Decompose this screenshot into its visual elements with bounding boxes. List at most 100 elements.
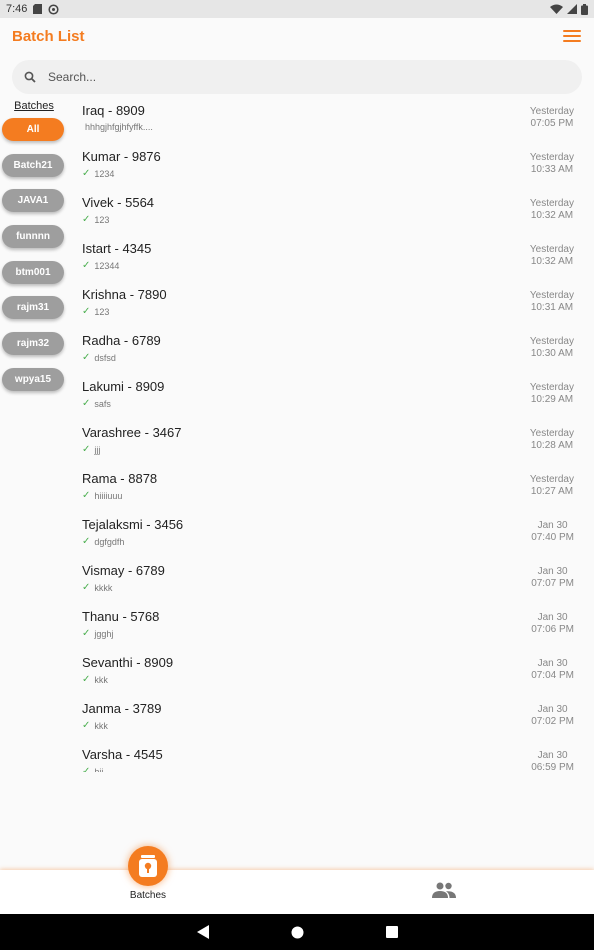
batch-pill-btm001[interactable]: btm001 bbox=[2, 260, 64, 284]
list-item-message-text: jgghj bbox=[94, 628, 114, 639]
list-item[interactable]: Lakumi - 8909 ✓ safs Yesterday 10:29 AM bbox=[82, 374, 582, 420]
search-input[interactable] bbox=[48, 70, 528, 84]
home-icon[interactable] bbox=[291, 926, 304, 939]
list-item-timestamp: Yesterday 10:29 AM bbox=[530, 382, 574, 406]
list-item-message-text: 123 bbox=[94, 306, 110, 317]
list-item-last-message: ✓ 123 bbox=[82, 214, 109, 225]
timestamp-day: Yesterday bbox=[529, 152, 574, 163]
timestamp-time: 10:30 AM bbox=[530, 348, 574, 359]
search-bar[interactable] bbox=[12, 60, 582, 94]
list-item-last-message: ✓ jgghj bbox=[82, 628, 113, 639]
wifi-icon bbox=[550, 4, 563, 14]
list-item-name: Vismay - 6789 bbox=[82, 563, 165, 578]
list-item-name: Iraq - 8909 bbox=[82, 103, 145, 118]
list-item-message-text: hhhgjhfgjhfyffk.... bbox=[85, 122, 153, 132]
list-item-timestamp: Yesterday 10:32 AM bbox=[530, 244, 574, 268]
list-item[interactable]: Varsha - 4545 ✓ hji Jan 30 06:59 PM bbox=[82, 742, 582, 772]
timestamp-time: 10:27 AM bbox=[530, 486, 574, 497]
list-item-last-message: ✓ kkk bbox=[82, 674, 108, 685]
page-title: Batch List bbox=[12, 27, 85, 45]
check-icon: ✓ bbox=[82, 398, 91, 409]
timestamp-time: 07:05 PM bbox=[530, 118, 574, 129]
list-item-name: Rama - 8878 bbox=[82, 471, 158, 486]
back-icon[interactable] bbox=[196, 925, 209, 939]
list-item-last-message: ✓ kkkk bbox=[82, 582, 112, 593]
nav-batches-button[interactable]: Batches bbox=[118, 846, 178, 901]
list-item[interactable]: Istart - 4345 ✓ 12344 Yesterday 10:32 AM bbox=[82, 236, 582, 282]
list-item[interactable]: Vivek - 5564 ✓ 123 Yesterday 10:32 AM bbox=[82, 190, 582, 236]
timestamp-day: Jan 30 bbox=[537, 750, 568, 761]
batch-pill-rajm32[interactable]: rajm32 bbox=[2, 332, 64, 356]
timestamp-day: Jan 30 bbox=[537, 704, 568, 715]
list-item[interactable]: Krishna - 7890 ✓ 123 Yesterday 10:31 AM bbox=[82, 282, 582, 328]
list-item-name: Janma - 3789 bbox=[82, 701, 162, 716]
nav-people-button[interactable] bbox=[432, 882, 456, 903]
timestamp-time: 06:59 PM bbox=[531, 762, 574, 772]
list-item[interactable]: Kumar - 9876 ✓ 1234 Yesterday 10:33 AM bbox=[82, 144, 582, 190]
check-icon: ✓ bbox=[82, 766, 91, 772]
list-item[interactable]: Vismay - 6789 ✓ kkkk Jan 30 07:07 PM bbox=[82, 558, 582, 604]
list-item-message-text: dgfgdfh bbox=[94, 536, 125, 547]
list-item-last-message: ✓ hji bbox=[82, 766, 103, 772]
check-icon: ✓ bbox=[82, 628, 91, 639]
batch-pill-list: All Batch21 JAVA1 funnnn btm001 rajm31 rajm32 w… bbox=[0, 118, 68, 391]
timestamp-day: Yesterday bbox=[529, 336, 574, 347]
list-item-last-message: ✓ 12344 bbox=[82, 260, 119, 271]
list-item[interactable]: Varashree - 3467 ✓ jjj Yesterday 10:28 AM bbox=[82, 420, 582, 466]
list-item-name: Varsha - 4545 bbox=[82, 747, 163, 762]
list-item[interactable]: Rama - 8878 ✓ hiiiiuuu Yesterday 10:27 AM bbox=[82, 466, 582, 512]
batch-pill-wpya15[interactable]: wpya15 bbox=[2, 367, 64, 391]
list-item-last-message: hhhgjhfgjhfyffk.... bbox=[85, 122, 153, 132]
recents-icon[interactable] bbox=[385, 926, 398, 938]
list-item[interactable]: Radha - 6789 ✓ dsfsd Yesterday 10:30 AM bbox=[82, 328, 582, 374]
list-item-timestamp: Yesterday 10:31 AM bbox=[530, 290, 574, 314]
check-icon: ✓ bbox=[82, 260, 91, 271]
batches-fab[interactable] bbox=[128, 846, 168, 886]
list-item-timestamp: Yesterday 10:30 AM bbox=[530, 336, 574, 360]
list-item-name: Thanu - 5768 bbox=[82, 609, 160, 624]
sd-card-icon bbox=[33, 4, 43, 14]
batch-pill-rajm31[interactable]: rajm31 bbox=[2, 296, 64, 320]
timestamp-time: 07:06 PM bbox=[531, 624, 574, 635]
list-item-message-text: 1234 bbox=[94, 168, 115, 179]
batch-pill-java1[interactable]: JAVA1 bbox=[2, 189, 64, 213]
bottom-nav: Batches bbox=[0, 846, 594, 914]
batches-header: Batches bbox=[14, 100, 54, 112]
search-icon bbox=[24, 71, 36, 83]
list-item-message-text: kkk bbox=[94, 674, 108, 685]
timestamp-day: Jan 30 bbox=[537, 566, 568, 577]
timestamp-time: 10:32 AM bbox=[530, 256, 574, 267]
people-icon bbox=[432, 882, 456, 898]
check-icon: ✓ bbox=[82, 306, 91, 317]
list-item[interactable]: Thanu - 5768 ✓ jgghj Jan 30 07:06 PM bbox=[82, 604, 582, 650]
check-icon: ✓ bbox=[82, 536, 91, 547]
list-item-last-message: ✓ hiiiiuuu bbox=[82, 490, 122, 501]
batch-pill-batch21[interactable]: Batch21 bbox=[2, 153, 64, 177]
batch-pill-all[interactable]: All bbox=[2, 118, 64, 141]
check-icon: ✓ bbox=[82, 720, 91, 731]
timestamp-time: 07:40 PM bbox=[531, 532, 574, 543]
list-item[interactable]: Janma - 3789 ✓ kkk Jan 30 07:02 PM bbox=[82, 696, 582, 742]
list-item-message-text: 12344 bbox=[94, 260, 120, 271]
list-item-message-text: hiiiiuuu bbox=[94, 490, 123, 501]
list-item[interactable]: Iraq - 8909 hhhgjhfgjhfyffk.... Yesterday 0… bbox=[82, 98, 582, 144]
list-item[interactable]: Sevanthi - 8909 ✓ kkk Jan 30 07:04 PM bbox=[82, 650, 582, 696]
list-item-timestamp: Jan 30 06:59 PM bbox=[531, 750, 574, 772]
timestamp-time: 07:07 PM bbox=[531, 578, 574, 589]
list-item-last-message: ✓ jjj bbox=[82, 444, 100, 455]
list-item-last-message: ✓ safs bbox=[82, 398, 111, 409]
list-item-name: Sevanthi - 8909 bbox=[82, 655, 174, 670]
hamburger-menu-icon[interactable] bbox=[562, 28, 582, 44]
batch-pill-funnnn[interactable]: funnnn bbox=[2, 225, 64, 249]
timestamp-day: Jan 30 bbox=[537, 612, 568, 623]
timestamp-day: Yesterday bbox=[529, 198, 574, 209]
check-icon: ✓ bbox=[82, 444, 91, 455]
list-item-timestamp: Yesterday 10:27 AM bbox=[530, 474, 574, 498]
timestamp-time: 10:33 AM bbox=[530, 164, 574, 175]
check-icon: ✓ bbox=[82, 214, 91, 225]
list-item-message-text: hji bbox=[94, 766, 104, 773]
list-item[interactable]: Tejalaksmi - 3456 ✓ dgfgdfh Jan 30 07:40 PM bbox=[82, 512, 582, 558]
list-item-message-text: jjj bbox=[94, 444, 101, 455]
list-item-last-message: ✓ dsfsd bbox=[82, 352, 116, 363]
nav-batches-label: Batches bbox=[129, 890, 167, 901]
